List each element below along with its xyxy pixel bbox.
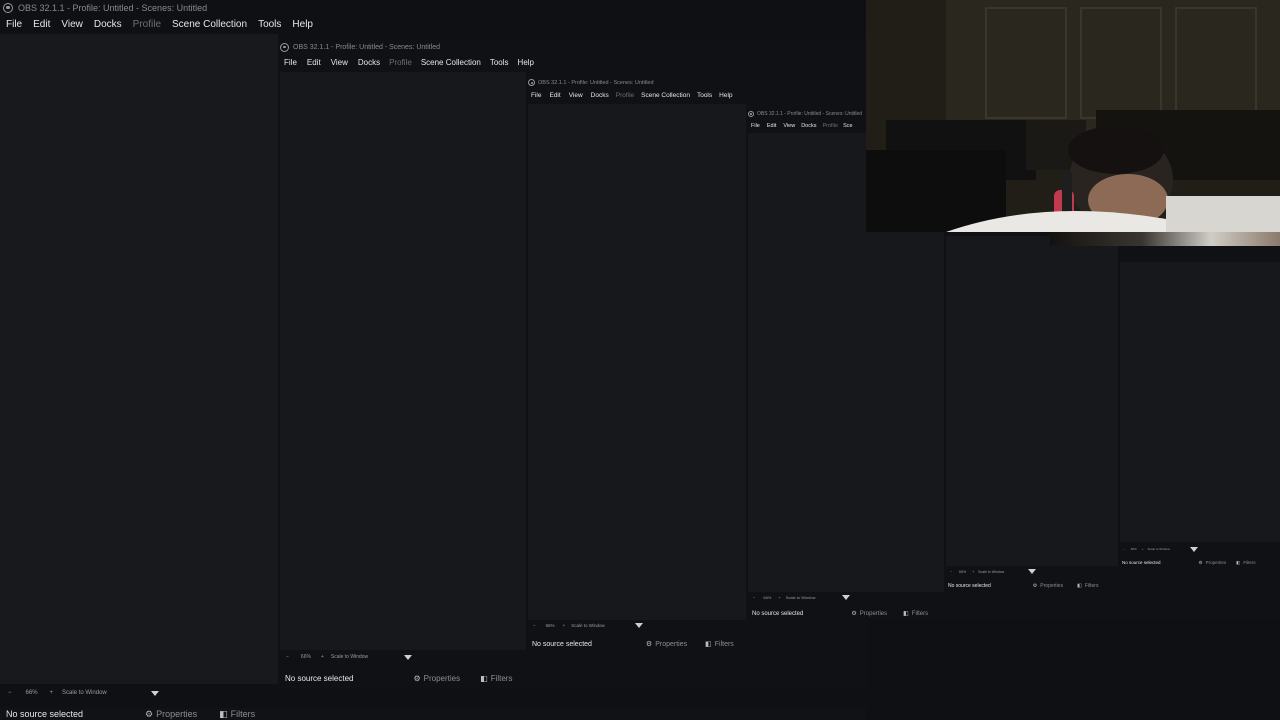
nested-titlebar-2: OBS 32.1.1 - Profile: Untitled - Scenes:…: [527, 78, 866, 87]
filter-icon: ◧: [903, 611, 909, 617]
nested-context-bar-4: No source selected ⚙ Properties ◧ Filters: [948, 583, 1099, 589]
menu-bar: File Edit View Docks Profile Scene Colle…: [0, 16, 866, 32]
filters-button[interactable]: ◧ Filters: [219, 709, 255, 720]
nested-menubar-2: File Edit View Docks Profile Scene Colle…: [531, 92, 733, 99]
properties-button[interactable]: ⚙ Properties: [1199, 560, 1227, 566]
window-title: OBS 32.1.1 - Profile: Untitled - Scenes:…: [18, 2, 208, 13]
filters-button[interactable]: ◧ Filters: [1077, 583, 1098, 589]
gear-icon: ⚙: [145, 708, 154, 719]
menu-profile[interactable]: Profile: [133, 19, 161, 30]
gear-icon: ⚙: [645, 641, 653, 648]
properties-button[interactable]: ⚙ Properties: [1033, 583, 1063, 589]
nested-context-bar-2: No source selected ⚙ Properties ◧ Filters: [532, 640, 734, 649]
properties-button[interactable]: ⚙ Properties: [413, 674, 460, 683]
zoom-in-button[interactable]: +: [50, 690, 54, 696]
menu-docks[interactable]: Docks: [358, 58, 380, 67]
zoom-out-button[interactable]: −: [8, 690, 12, 696]
chevron-down-icon[interactable]: [150, 690, 159, 696]
preview-controls: − 66% + Scale to Window: [0, 686, 866, 700]
window-titlebar: OBS 32.1.1 - Profile: Untitled - Scenes:…: [0, 0, 866, 15]
nested-preview-controls-4: − 66% + Scale to Window: [946, 568, 1118, 575]
scale-mode-select[interactable]: Scale to Window: [62, 690, 107, 696]
filter-icon: ◧: [705, 641, 712, 648]
obs-logo-icon: [748, 111, 754, 117]
webcam-video-source[interactable]: [866, 0, 1280, 232]
nested-menubar-3: File Edit View Docks Profile Sce: [751, 123, 853, 129]
chevron-down-icon[interactable]: [404, 654, 413, 660]
nested-titlebar-3: OBS 32.1.1 - Profile: Untitled - Scenes:…: [747, 110, 867, 118]
webcam-scene-image: [866, 0, 1280, 232]
context-bar: No source selected ⚙ Properties ◧ Filters: [0, 708, 866, 720]
gear-icon: ⚙: [413, 673, 421, 683]
chevron-down-icon[interactable]: [1189, 546, 1198, 552]
gear-icon: ⚙: [1032, 583, 1038, 589]
filters-button[interactable]: ◧ Filters: [1236, 560, 1256, 566]
menu-help[interactable]: Help: [292, 19, 313, 30]
menu-tools[interactable]: Tools: [258, 19, 281, 30]
webcam-video-source-echo: [1050, 232, 1280, 246]
chevron-down-icon[interactable]: [841, 594, 850, 600]
nested-titlebar-1: OBS 32.1.1 - Profile: Untitled - Scenes:…: [279, 41, 866, 53]
chevron-down-icon[interactable]: [1028, 569, 1037, 574]
gear-icon: ⚙: [1198, 559, 1203, 565]
nested-panel-5: [1120, 262, 1280, 542]
nested-preview-controls-1: − 66% + Scale to Window: [280, 652, 866, 662]
filters-button[interactable]: ◧ Filters: [903, 610, 928, 618]
menu-file[interactable]: File: [284, 58, 297, 67]
nested-panel-2: [528, 104, 746, 620]
filter-icon: ◧: [480, 673, 488, 683]
obs-logo-icon: [280, 42, 289, 52]
menu-view[interactable]: View: [331, 58, 348, 67]
menu-tools[interactable]: Tools: [490, 58, 509, 67]
menu-edit[interactable]: Edit: [33, 19, 50, 30]
menu-edit[interactable]: Edit: [307, 58, 321, 67]
nested-preview-controls-5: − 66% + Scale to Window: [1120, 546, 1280, 552]
properties-button[interactable]: ⚙ Properties: [851, 610, 887, 618]
nested-panel-1: [280, 72, 526, 650]
preview-canvas-left: [0, 34, 278, 684]
obs-logo-icon: [528, 79, 535, 86]
menu-profile[interactable]: Profile: [389, 58, 412, 67]
menu-file[interactable]: File: [6, 19, 22, 30]
menu-docks[interactable]: Docks: [94, 19, 122, 30]
nested-context-bar-1: No source selected ⚙ Properties ◧ Filters: [285, 673, 513, 683]
obs-logo-icon: [3, 2, 13, 13]
nested-context-bar-3: No source selected ⚙ Properties ◧ Filters: [752, 610, 929, 618]
properties-button[interactable]: ⚙ Properties: [145, 709, 197, 720]
nested-context-bar-5: No source selected ⚙ Properties ◧ Filters: [1122, 559, 1256, 566]
menu-scene-collection[interactable]: Scene Collection: [421, 58, 481, 67]
filters-button[interactable]: ◧ Filters: [480, 674, 512, 683]
no-source-label: No source selected: [6, 709, 84, 719]
zoom-level: 66%: [25, 690, 38, 696]
properties-button[interactable]: ⚙ Properties: [645, 640, 687, 649]
nested-preview-controls-3: − 66% + Scale to Window: [748, 593, 944, 601]
filter-icon: ◧: [1236, 559, 1241, 565]
menu-view[interactable]: View: [61, 19, 83, 30]
nested-menubar-1: File Edit View Docks Profile Scene Colle…: [279, 55, 866, 69]
chevron-down-icon[interactable]: [634, 623, 643, 628]
nested-panel-4: [946, 236, 1118, 566]
filter-icon: ◧: [1077, 583, 1082, 589]
gear-icon: ⚙: [851, 611, 857, 617]
filters-button[interactable]: ◧ Filters: [705, 640, 734, 649]
menu-help[interactable]: Help: [518, 58, 534, 67]
nested-preview-controls-2: − 66% + Scale to Window: [528, 621, 866, 630]
menu-scene-collection[interactable]: Scene Collection: [172, 19, 247, 30]
filter-icon: ◧: [219, 708, 228, 719]
